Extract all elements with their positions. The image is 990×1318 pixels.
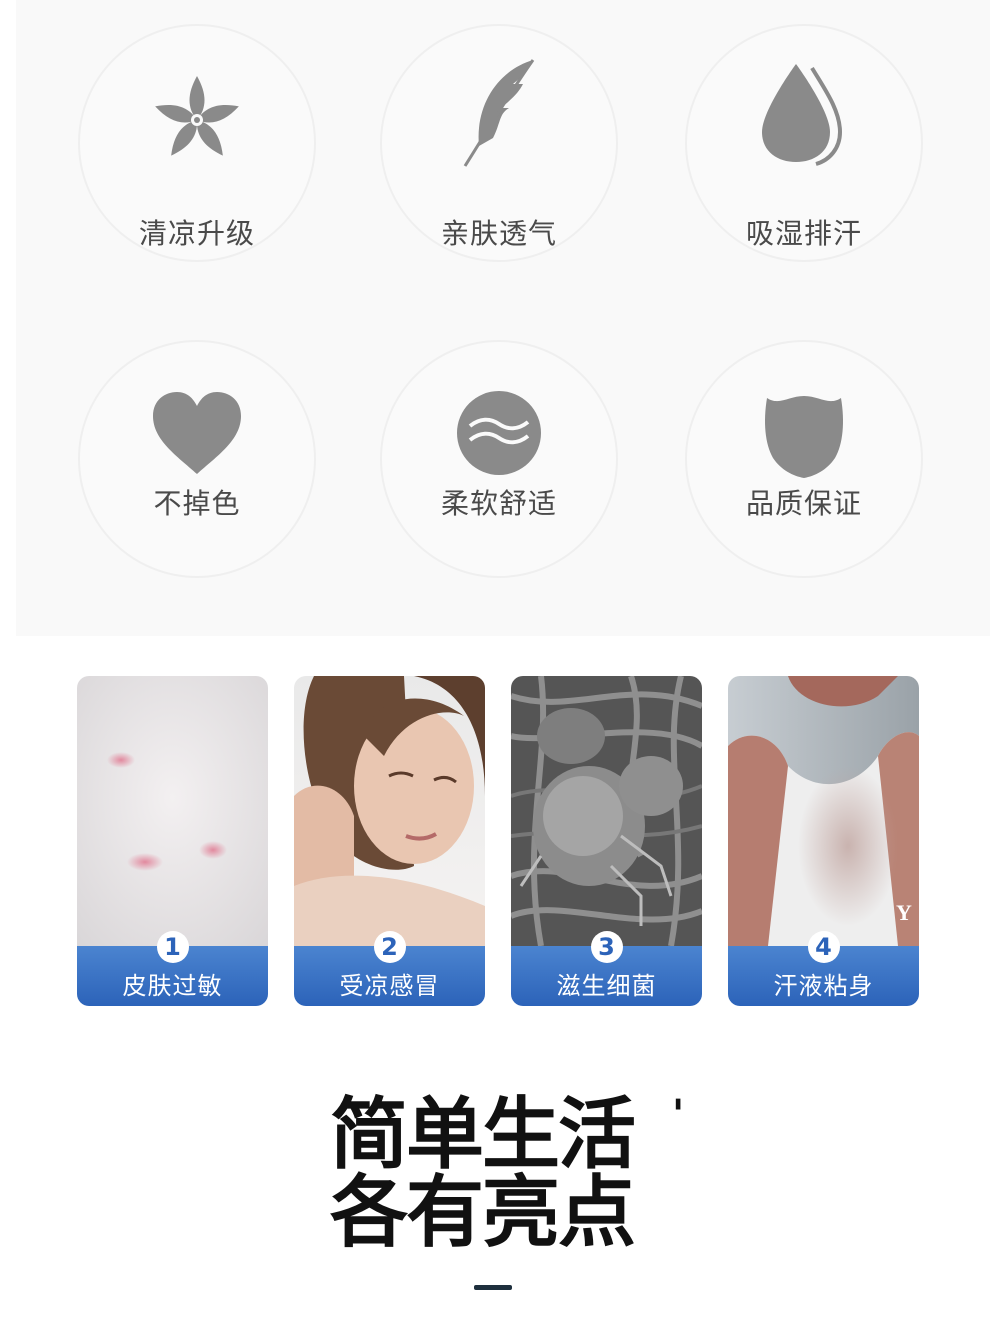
number-badge: 2 [373,931,406,963]
feather-icon [449,59,549,168]
woman-neck-pain-photo [294,676,485,946]
problem-card-skin-allergy: 1 皮肤过敏 [77,676,268,1006]
feature-label: 不掉色 [153,487,241,520]
watermark-text: Y [896,900,912,925]
feature-quality-guarantee: 品质保证 [685,340,923,578]
problem-label: 皮肤过敏 [122,972,223,1000]
feature-soft-comfortable: 柔软舒适 [380,340,618,578]
wave-circle-icon [449,378,549,478]
decorative-divider [474,1285,512,1290]
skin-rash-photo [77,676,268,946]
number-badge: 3 [590,931,623,963]
dust-mite-photo [511,676,702,946]
problem-label: 受凉感冒 [339,972,440,1000]
feature-moisture-wicking: 吸湿排汗 [685,24,923,262]
feature-label: 亲肤透气 [440,217,557,250]
slogan-line-1: 简单生活 [330,1090,636,1180]
feature-label: 品质保证 [745,487,862,520]
number-badge: 1 [156,931,189,963]
sweaty-back-photo: Y [728,676,919,946]
shield-icon [754,382,854,482]
problem-card-cold: 2 受凉感冒 [294,676,485,1006]
feature-colorfast: 不掉色 [78,340,316,578]
heart-icon [147,378,247,478]
feature-label: 吸湿排汗 [745,217,862,250]
slogan-line-2: 各有亮点 [330,1168,636,1258]
water-drop-icon [754,64,854,168]
feature-label: 清凉升级 [138,217,255,250]
feature-label: 柔软舒适 [440,487,557,520]
problem-label: 汗液粘身 [773,972,874,1000]
problem-card-sweat: Y 4 汗液粘身 [728,676,919,1006]
feature-skin-breathable: 亲肤透气 [380,24,618,262]
slogan-mark: ' [672,1092,685,1138]
problem-card-bacteria: 3 滋生细菌 [511,676,702,1006]
number-badge: 4 [807,931,840,963]
feature-cool-upgrade: 清凉升级 [78,24,316,262]
problem-label: 滋生细菌 [556,972,657,1000]
flower-icon [147,68,247,168]
